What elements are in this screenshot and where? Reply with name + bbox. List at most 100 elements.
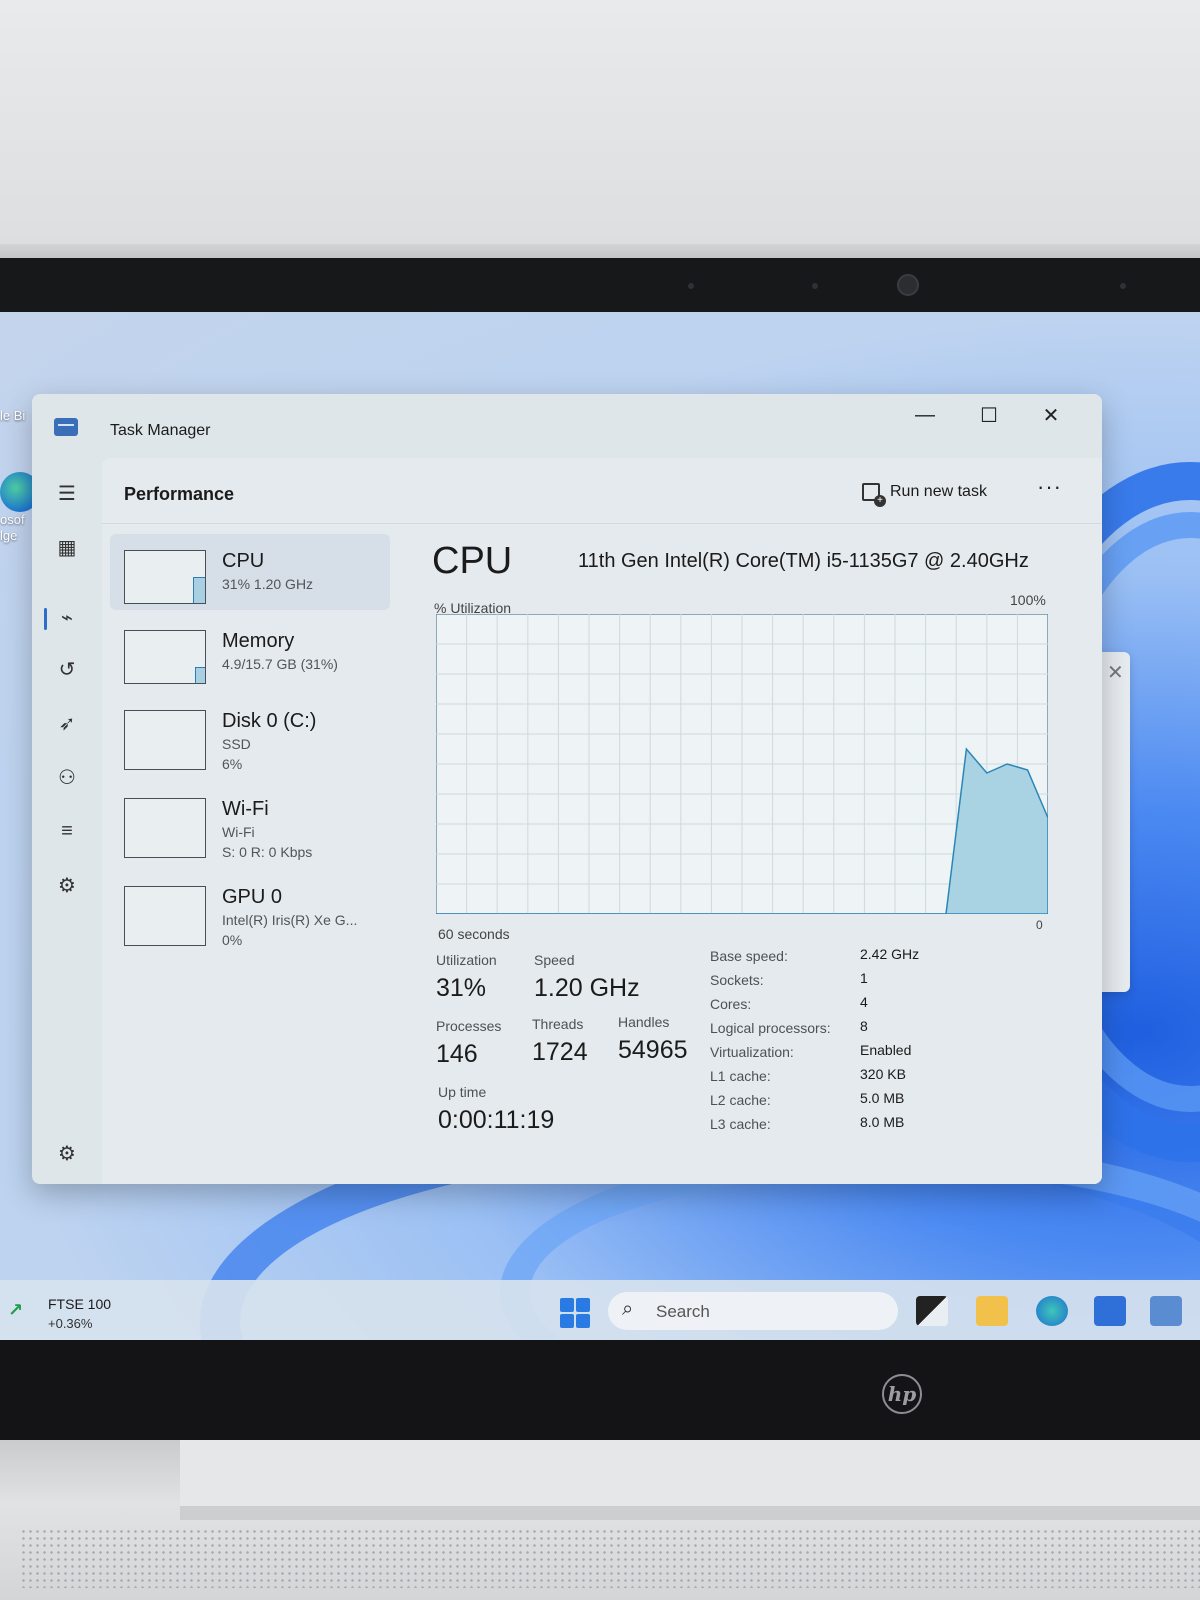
device-detail: 31% 1.20 GHz [222, 576, 314, 592]
spec-key: L1 cache: [710, 1068, 771, 1084]
thumbnail-fill [195, 667, 205, 683]
device-thumbnail-graph [124, 798, 206, 858]
background-window-close-icon[interactable]: ✕ [1107, 660, 1124, 685]
time-span-label: 60 seconds [438, 926, 510, 942]
desktop-shortcut-label: le Bi [0, 408, 26, 423]
performance-pane: Performance Run new task ··· CPU 31% 1.2… [102, 458, 1102, 1184]
device-thumbnail-graph [124, 630, 206, 684]
services-icon[interactable]: ⚙ [54, 872, 80, 898]
sensor-dot [688, 283, 694, 289]
utilization-value: 31% [436, 974, 487, 1002]
device-thumbnail-graph [124, 710, 206, 770]
details-icon[interactable]: ≡ [54, 818, 80, 844]
screen-bezel-bottom [0, 1340, 1200, 1440]
file-explorer-icon[interactable] [976, 1296, 1008, 1326]
device-thumbnail-graph [124, 886, 206, 946]
task-manager-taskbar-icon[interactable] [1150, 1296, 1182, 1326]
device-item-cpu[interactable]: CPU 31% 1.20 GHz [110, 534, 390, 610]
spec-value: 8 [860, 1018, 868, 1034]
uptime-value: 0:00:11:19 [438, 1106, 555, 1134]
speaker-grille [20, 1528, 1200, 1588]
device-name: GPU 0 [222, 886, 283, 908]
device-detail: SSD [222, 736, 251, 752]
task-manager-icon [54, 418, 78, 436]
minimize-button[interactable]: — [902, 400, 948, 430]
sensor-dot [1120, 283, 1126, 289]
processes-value: 146 [436, 1040, 478, 1068]
active-indicator [44, 608, 47, 630]
sensor-dot [812, 283, 818, 289]
window-title: Task Manager [110, 422, 211, 439]
app-history-icon[interactable]: ↺ [54, 656, 80, 682]
start-button[interactable] [560, 1298, 590, 1328]
search-placeholder: Search [656, 1302, 710, 1321]
run-new-task-button[interactable]: Run new task [862, 476, 987, 508]
device-detail: 6% [222, 756, 243, 772]
graph-max-label: 100% [1010, 592, 1046, 608]
device-detail: Wi-Fi [222, 824, 255, 840]
spec-value: 5.0 MB [860, 1090, 905, 1106]
pane-header: Performance Run new task ··· [102, 458, 1102, 524]
graph-min-label: 0 [1036, 918, 1043, 932]
more-options-button[interactable]: ··· [1037, 474, 1062, 500]
title-bar[interactable]: Task Manager — ☐ ✕ [32, 394, 1102, 458]
page-title: Performance [124, 484, 235, 504]
maximize-button[interactable]: ☐ [966, 400, 1012, 430]
thumbnail-fill [193, 577, 205, 603]
spec-value: 1 [860, 970, 868, 986]
edge-browser-icon[interactable] [1036, 1296, 1068, 1326]
cpu-model: 11th Gen Intel(R) Core(TM) i5-1135G7 @ 2… [578, 550, 1029, 572]
spec-key: L2 cache: [710, 1092, 771, 1108]
device-detail: S: 0 R: 0 Kbps [222, 844, 313, 860]
device-name: Memory [222, 630, 295, 652]
desktop-shortcut[interactable]: le Bi [0, 352, 25, 424]
stock-widget-change: +0.36% [48, 1316, 93, 1331]
spec-value: Enabled [860, 1042, 912, 1058]
spec-key: Cores: [710, 996, 752, 1012]
device-detail: 4.9/15.7 GB (31%) [222, 656, 338, 672]
close-button[interactable]: ✕ [1028, 400, 1074, 430]
webcam [897, 274, 919, 296]
windows-logo-pane [576, 1298, 590, 1312]
taskbar-search[interactable]: ⌕ Search [608, 1292, 898, 1330]
device-item-disk[interactable]: Disk 0 (C:) SSD 6% [110, 694, 390, 772]
stock-up-icon[interactable]: ↗ [8, 1300, 36, 1320]
wall-background [0, 0, 1200, 250]
speed-value: 1.20 GHz [534, 974, 640, 1002]
processes-icon[interactable]: ▦ [54, 534, 80, 560]
threads-label: Threads [532, 1016, 584, 1032]
device-item-memory[interactable]: Memory 4.9/15.7 GB (31%) [110, 614, 390, 690]
search-icon: ⌕ [622, 1298, 634, 1320]
handles-label: Handles [618, 1014, 670, 1030]
processes-label: Processes [436, 1018, 502, 1034]
device-item-gpu[interactable]: GPU 0 Intel(R) Iris(R) Xe G... 0% [110, 870, 390, 948]
cpu-utilization-graph [436, 614, 1048, 914]
spec-key: Logical processors: [710, 1020, 831, 1036]
hamburger-menu-icon[interactable]: ☰ [54, 480, 80, 506]
speed-label: Speed [534, 952, 575, 968]
windows-logo-pane [560, 1298, 574, 1312]
settings-icon[interactable]: ⚙ [54, 1140, 80, 1166]
task-view-icon[interactable] [916, 1296, 948, 1326]
device-name: CPU [222, 550, 265, 572]
spec-value: 320 KB [860, 1066, 906, 1082]
device-thumbnail-graph [124, 550, 206, 604]
device-detail: 0% [222, 932, 243, 948]
startup-apps-icon[interactable]: ➶ [54, 710, 80, 736]
spec-value: 4 [860, 994, 868, 1010]
cpu-heading: CPU [432, 540, 513, 582]
stock-widget-name[interactable]: FTSE 100 [48, 1296, 111, 1312]
device-item-wifi[interactable]: Wi-Fi Wi-Fi S: 0 R: 0 Kbps [110, 782, 390, 860]
spec-key: Base speed: [710, 948, 788, 964]
desktop: le Bi osof lge ✕ Task Manager — ☐ ✕ ☰ ▦ … [0, 312, 1200, 1340]
users-icon[interactable]: ⚇ [54, 764, 80, 790]
performance-icon[interactable]: ⌁ [54, 604, 80, 630]
store-icon[interactable] [1094, 1296, 1126, 1326]
device-name: Disk 0 (C:) [222, 710, 317, 732]
spec-value: 8.0 MB [860, 1114, 905, 1130]
spec-value: 2.42 GHz [860, 946, 920, 962]
spec-key: L3 cache: [710, 1116, 771, 1132]
taskbar: ↗ FTSE 100 +0.36% ⌕ Search [0, 1280, 1200, 1340]
laptop-keyboard-deck [180, 1440, 1200, 1520]
nav-rail: ☰ ▦ ⌁ ↺ ➶ ⚇ ≡ ⚙ ⚙ [32, 458, 102, 1184]
